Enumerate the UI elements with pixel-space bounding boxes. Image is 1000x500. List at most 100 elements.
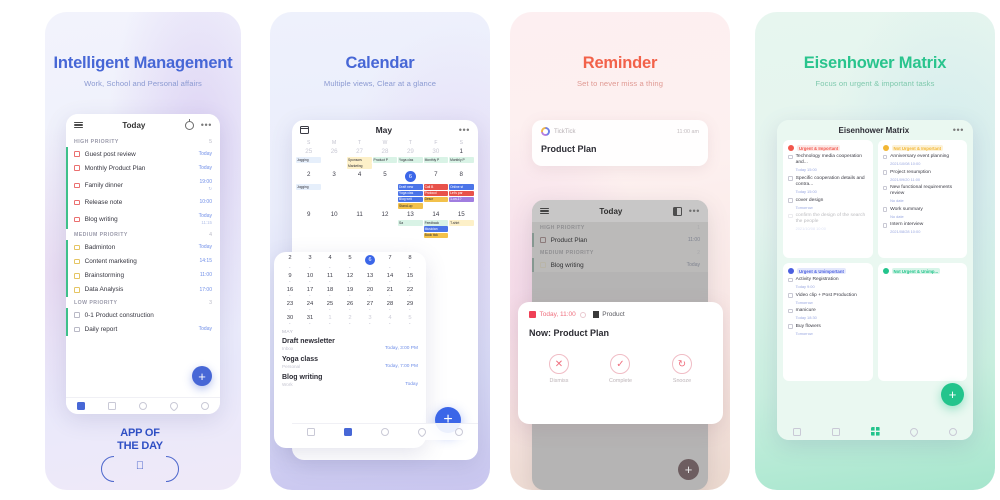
task-row[interactable]: Family dinner 19:00 ↻ — [66, 175, 220, 196]
task-row[interactable]: Product Plan 11:00 — [532, 233, 708, 248]
mini-day-cell[interactable]: 21 — [380, 284, 400, 298]
calendar-view-icon[interactable] — [300, 126, 309, 134]
task-row[interactable]: 0-1 Product construction — [66, 308, 220, 323]
snooze-action[interactable]: ↻ Snooze — [672, 354, 692, 384]
calendar-day-cell[interactable]: 27 — [347, 146, 372, 157]
task-checkbox[interactable] — [74, 272, 80, 279]
task-checkbox[interactable] — [74, 165, 80, 172]
task-row[interactable]: Monthly Product Plan Today — [66, 161, 220, 176]
task-checkbox[interactable] — [788, 176, 793, 182]
task-checkbox[interactable] — [74, 151, 80, 157]
task-checkbox[interactable] — [74, 258, 80, 265]
calendar-day-cell[interactable]: 29 — [398, 146, 423, 157]
calendar-event-chip[interactable]: Blog writ — [398, 196, 423, 203]
matrix-task[interactable]: Work summary No date — [882, 207, 963, 219]
mini-day-cell[interactable]: 2 — [280, 252, 300, 270]
mini-day-cell[interactable]: 15 — [400, 270, 420, 284]
task-checkbox[interactable] — [788, 198, 793, 203]
task-checkbox[interactable] — [788, 293, 793, 298]
task-row[interactable]: Blog writing Today — [532, 258, 708, 273]
task-checkbox[interactable] — [882, 222, 888, 228]
settings-nav-icon[interactable] — [189, 402, 220, 410]
mini-day-cell[interactable]: 4 — [380, 312, 400, 326]
mini-day-cell[interactable]: 14 — [380, 270, 400, 284]
mini-day-cell[interactable]: 5 — [340, 252, 360, 270]
calendar-nav-icon[interactable] — [329, 428, 366, 436]
task-checkbox[interactable] — [74, 199, 80, 206]
task-checkbox[interactable] — [74, 312, 80, 318]
hamburger-icon[interactable] — [540, 206, 549, 216]
task-row[interactable]: Badminton Today — [66, 240, 220, 255]
mini-day-cell[interactable]: 31 — [300, 312, 320, 326]
matrix-nav-icon[interactable] — [855, 427, 894, 436]
task-checkbox[interactable] — [74, 244, 80, 251]
calendar-day-cell[interactable]: 5 — [372, 169, 397, 184]
calendar-day-cell[interactable]: 14 — [423, 209, 448, 220]
calendar-event-chip[interactable]: Monthly P — [449, 157, 474, 163]
mini-day-cell[interactable]: 7 — [380, 252, 400, 270]
task-checkbox[interactable] — [540, 237, 546, 243]
mini-day-cell[interactable]: 3 — [300, 252, 320, 270]
task-checkbox[interactable] — [788, 213, 793, 219]
mini-day-cell[interactable]: 18 — [320, 284, 340, 298]
calendar-nav-icon[interactable] — [97, 402, 128, 410]
task-checkbox[interactable] — [788, 154, 793, 160]
calendar-event-chip[interactable]: Call B — [423, 184, 449, 190]
calendar-day-cell[interactable]: 4 — [347, 169, 372, 184]
mini-day-cell[interactable]: 12 — [340, 270, 360, 284]
snooze-circle-icon[interactable]: ↻ — [672, 354, 692, 374]
mini-day-cell[interactable]: 9 — [280, 270, 300, 284]
mini-day-cell[interactable]: 4 — [320, 252, 340, 270]
calendar-event-chip[interactable]: Jogging — [296, 184, 321, 190]
push-notification[interactable]: TickTick 11:00 am Product Plan — [532, 120, 708, 166]
matrix-task[interactable]: Intern interview 2021/08/28 10:00 — [882, 222, 963, 234]
calendar-event-chip[interactable]: Feedback — [423, 220, 449, 226]
mini-day-cell[interactable]: 16 — [280, 284, 300, 298]
mini-day-cell[interactable]: 13 — [360, 270, 380, 284]
mini-day-cell[interactable]: 25 — [320, 298, 340, 312]
task-row[interactable]: Release note 10:00 — [66, 195, 220, 210]
pomo-nav-icon[interactable] — [366, 428, 403, 436]
task-checkbox[interactable] — [74, 182, 80, 189]
mini-day-cell[interactable]: 6 — [360, 252, 380, 270]
matrix-task[interactable]: Activity Registration Today 9:00 — [788, 277, 868, 289]
task-checkbox[interactable] — [882, 207, 888, 213]
calendar-day-cell[interactable]: 28 — [372, 146, 397, 157]
matrix-task[interactable]: Buy flowers Tomorrow — [788, 324, 868, 336]
more-dots-icon[interactable]: ••• — [201, 121, 212, 130]
tasks-nav-icon[interactable] — [777, 427, 816, 436]
settings-nav-icon[interactable] — [441, 428, 478, 436]
mini-day-cell[interactable]: 23 — [280, 298, 300, 312]
mini-day-cell[interactable]: 3 — [360, 312, 380, 326]
calendar-day-cell[interactable]: 15 — [449, 209, 474, 220]
mini-day-cell[interactable]: 1 — [320, 312, 340, 326]
close-circle-icon[interactable]: ✕ — [548, 354, 569, 374]
pomo-nav-icon[interactable] — [128, 402, 159, 410]
mini-day-cell[interactable]: 26 — [340, 298, 360, 312]
calendar-day-cell[interactable]: 26 — [321, 146, 346, 157]
check-action[interactable]: ✓ Complete — [609, 354, 632, 384]
calendar-event-chip[interactable]: Monthly P — [423, 157, 449, 163]
calendar-day-cell[interactable]: 10 — [321, 209, 346, 220]
matrix-task[interactable]: Technology media cooperation and... Today… — [788, 154, 868, 172]
calendar-event-chip[interactable]: Musician — [423, 226, 449, 232]
task-checkbox[interactable] — [788, 277, 793, 283]
habit-nav-icon[interactable] — [158, 400, 189, 412]
calendar-day-cell[interactable]: 30 — [423, 146, 448, 157]
calendar-nav-icon[interactable] — [816, 427, 855, 436]
calendar-event-chip[interactable]: Draft new — [398, 184, 423, 190]
calendar-event-chip[interactable]: Yoga clas — [398, 190, 423, 197]
calendar-event-chip[interactable]: Sa — [398, 220, 423, 226]
matrix-task[interactable]: cover design Tomorrow — [788, 198, 868, 210]
task-row[interactable]: Blog writing Today 11:15 — [66, 209, 220, 230]
task-checkbox[interactable] — [882, 154, 888, 160]
calendar-day-cell[interactable]: 12 — [372, 209, 397, 220]
task-checkbox[interactable] — [788, 324, 793, 329]
calendar-event-chip[interactable]: Yoga clas — [398, 157, 423, 163]
mini-day-cell[interactable]: 11 — [320, 270, 340, 284]
task-checkbox[interactable] — [788, 308, 793, 314]
calendar-day-cell[interactable]: 7 — [423, 169, 448, 184]
tasks-nav-icon[interactable] — [292, 428, 329, 436]
settings-nav-icon[interactable] — [934, 427, 973, 436]
mini-day-cell[interactable]: 30 — [280, 312, 300, 326]
